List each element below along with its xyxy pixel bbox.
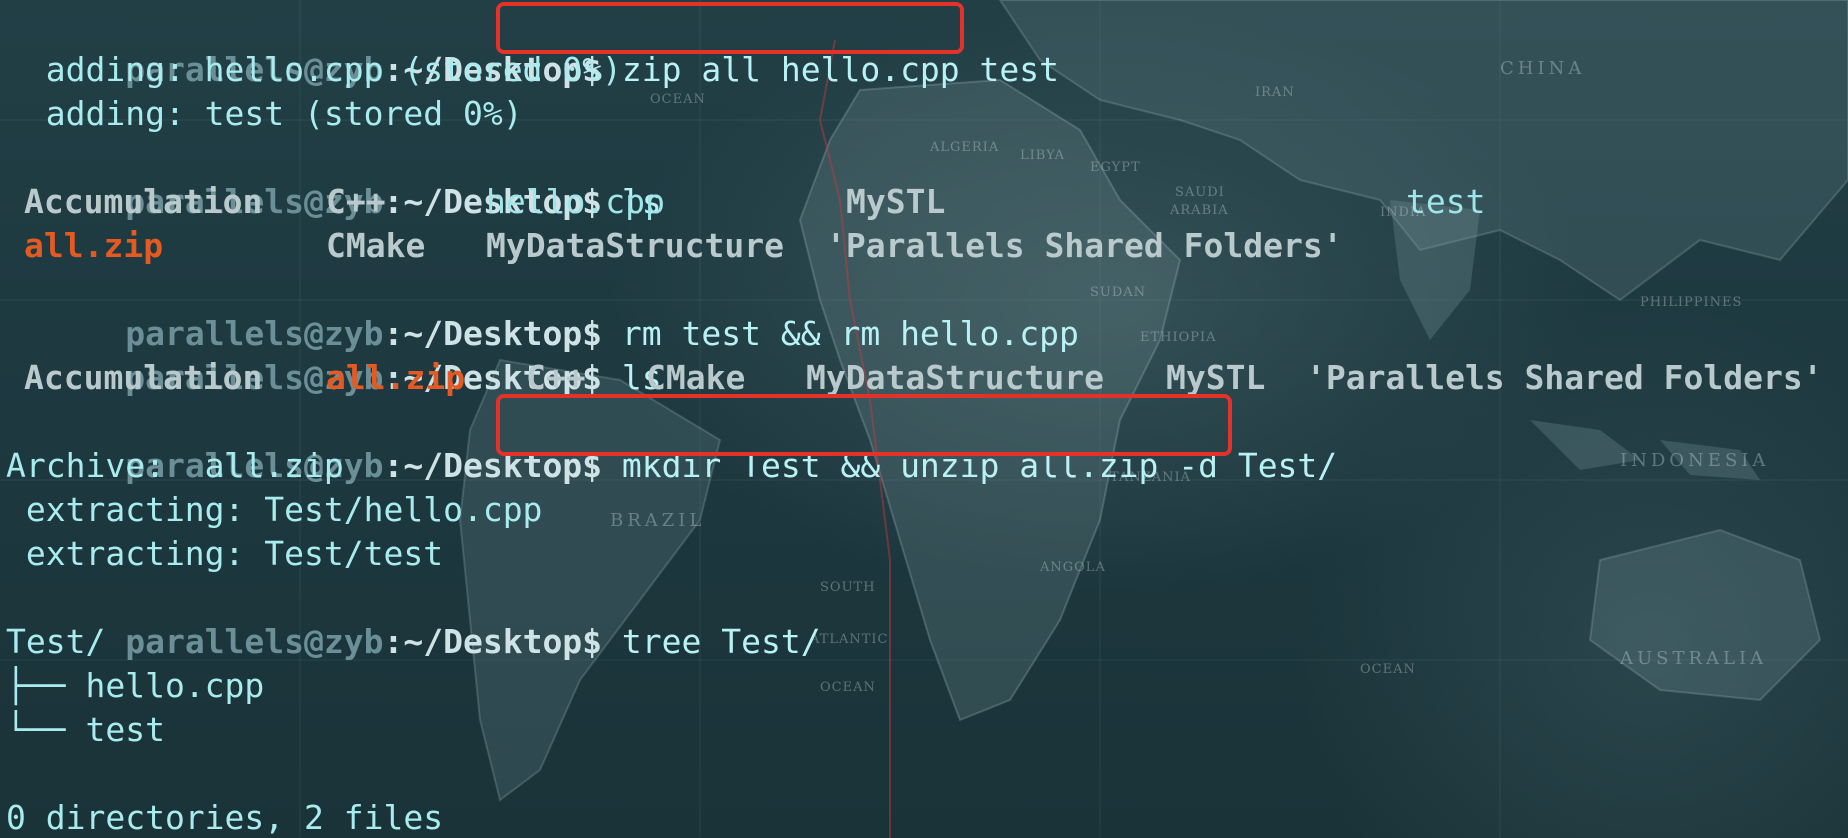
terminal-line: adding: test (stored 0%) [6, 94, 523, 133]
map-label-egypt: EGYPT [1090, 160, 1141, 175]
prompt-user: parallels@zyb [125, 622, 384, 661]
command-text: rm test && rm hello.cpp [621, 314, 1079, 353]
zip-entry: all.zip [24, 226, 164, 265]
highlight-box-zip-command [496, 2, 964, 54]
dir-entry: 'Parallels Shared Folders' [1306, 358, 1823, 397]
map-label-brazil: BRAZIL [610, 510, 706, 531]
map-label-ethiopia: ETHIOPIA [1140, 330, 1217, 345]
map-label-iran: IRAN [1255, 85, 1295, 100]
terminal-window[interactable]: CHINA IRAN OCEAN ALGERIA LIBYA EGYPT SAU… [0, 0, 1848, 838]
map-label-ocean-1: OCEAN [650, 92, 706, 107]
terminal-line: parallels@zyb:~/Desktop$ ls [6, 136, 661, 221]
dir-entry: C++ [326, 182, 386, 221]
terminal-line: parallels@zyb:~/Desktop$ rm test && rm h… [6, 268, 1079, 353]
map-label-sudan: SUDAN [1090, 285, 1147, 300]
map-label-angola: ANGOLA [1040, 560, 1106, 575]
ls-output-row: Accumulation C++ hello.cpp MySTL test [0, 180, 1848, 224]
terminal-line: extracting: Test/test [6, 534, 444, 573]
zip-entry: all.zip [326, 358, 466, 397]
map-label-ocean-3: OCEAN [1360, 662, 1416, 677]
prompt-path: :~/Desktop$ [383, 622, 603, 661]
map-label-atlantic: ATLANTIC [810, 632, 889, 647]
ls-output-row: all.zip CMake MyDataStructure 'Parallels… [0, 224, 1848, 268]
dir-entry: Accumulation [24, 358, 263, 397]
tree-item: ├── hello.cpp [6, 666, 265, 705]
tree-summary: 0 directories, 2 files [6, 798, 444, 837]
dir-entry: Accumulation [24, 182, 263, 221]
terminal-line: extracting: Test/hello.cpp [6, 490, 543, 529]
map-label-ocean-2: OCEAN [820, 680, 876, 695]
map-label-indonesia: INDONESIA [1620, 450, 1770, 471]
command-text: tree Test/ [621, 622, 821, 661]
dir-entry: 'Parallels Shared Folders' [826, 226, 1343, 265]
command-text: zip all hello.cpp test [621, 50, 1060, 89]
highlight-box-unzip-command [496, 394, 1232, 456]
dir-entry: CMake [326, 226, 426, 265]
map-label-algeria: ALGERIA [930, 140, 1000, 155]
file-entry: hello.cpp [486, 182, 665, 221]
terminal-line: Archive: all.zip [6, 446, 344, 485]
tree-item: └── test [6, 710, 165, 749]
terminal-line: parallels@zyb:~/Desktop$ ls [6, 312, 661, 397]
map-label-philippines: PHILIPPINES [1640, 295, 1743, 310]
dir-entry: MyDataStructure [486, 226, 785, 265]
map-label-australia: AUSTRALIA [1620, 648, 1768, 669]
map-label-china: CHINA [1500, 58, 1586, 79]
map-label-libya: LIBYA [1020, 148, 1066, 163]
dir-entry: MySTL [846, 182, 946, 221]
tree-root: Test/ [6, 622, 106, 661]
terminal-line: parallels@zyb:~/Desktop$ tree Test/ [6, 576, 820, 661]
file-entry: test [1406, 182, 1486, 221]
map-label-south: SOUTH [820, 580, 876, 595]
terminal-line: adding: hello.cpp (stored 0%) [6, 50, 622, 89]
